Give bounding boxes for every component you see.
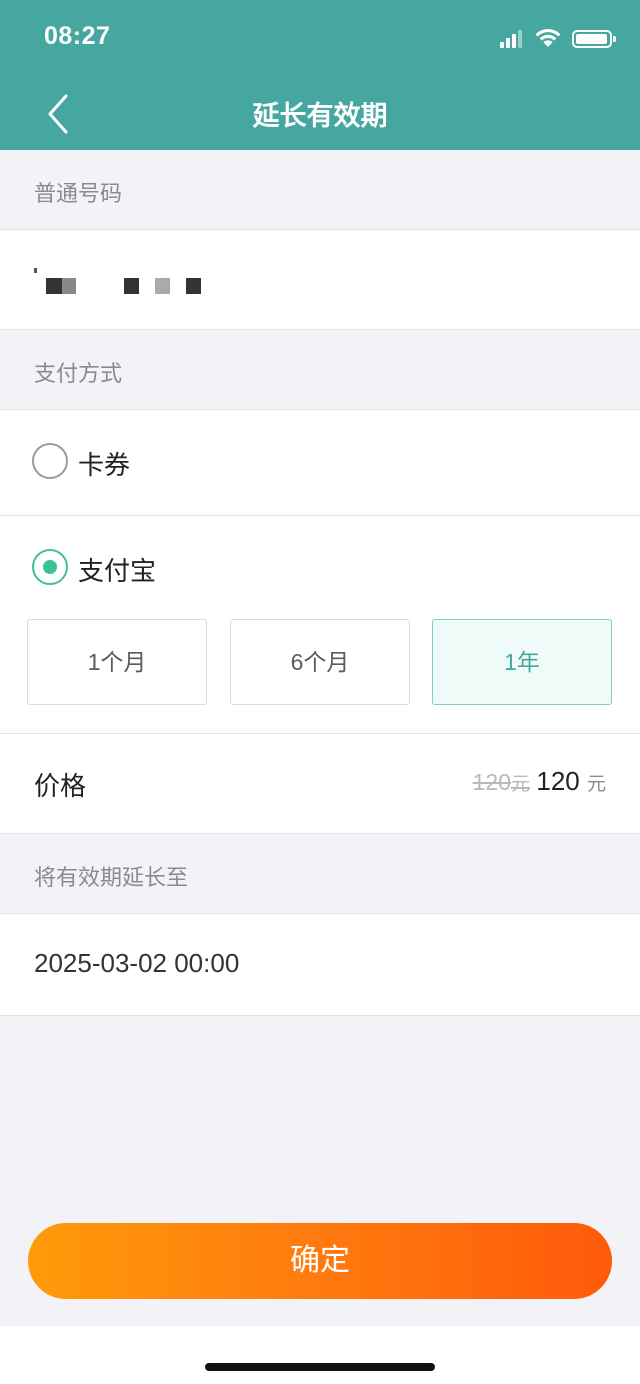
current-price-unit: 元 <box>586 774 606 795</box>
payment-option-label: 支付宝 <box>78 557 157 587</box>
radio-alipay[interactable] <box>32 549 68 585</box>
current-price-value: 120 <box>536 766 580 796</box>
payment-section-title: 支付方式 <box>34 362 123 387</box>
nav-bar: 08:27 延长有效期 <box>0 0 640 150</box>
payment-option-label: 卡券 <box>78 451 131 481</box>
page-title: 延长有效期 <box>252 101 388 132</box>
payment-option-card[interactable]: 卡券 <box>0 410 640 516</box>
period-1-month[interactable]: 1个月 <box>27 619 207 705</box>
number-section-header: 普通号码 <box>0 150 640 230</box>
payment-section-header: 支付方式 <box>0 330 640 410</box>
home-indicator <box>205 1363 435 1371</box>
extend-section-title: 将有效期延长至 <box>34 866 189 891</box>
bottom-safe-area <box>0 1326 640 1384</box>
masked-number <box>34 268 234 298</box>
radio-card[interactable] <box>32 443 68 479</box>
original-price-unit: 元 <box>510 774 530 795</box>
wifi-icon <box>535 28 561 47</box>
extend-section-header: 将有效期延长至 <box>0 834 640 914</box>
extend-date-value: 2025-03-02 00:00 <box>34 948 240 978</box>
status-icons <box>492 26 616 50</box>
price-label: 价格 <box>34 772 87 802</box>
number-section-title: 普通号码 <box>34 182 123 207</box>
signal-icon <box>500 28 526 48</box>
original-price-value: 120 <box>472 769 511 795</box>
period-6-months[interactable]: 6个月 <box>230 619 410 705</box>
confirm-button[interactable]: 确定 <box>28 1223 612 1299</box>
battery-icon <box>572 30 616 48</box>
current-price: 120 元 <box>536 766 606 797</box>
status-time: 08:27 <box>44 22 111 50</box>
period-1-year[interactable]: 1年 <box>432 619 612 705</box>
original-price: 120元 <box>473 769 530 796</box>
